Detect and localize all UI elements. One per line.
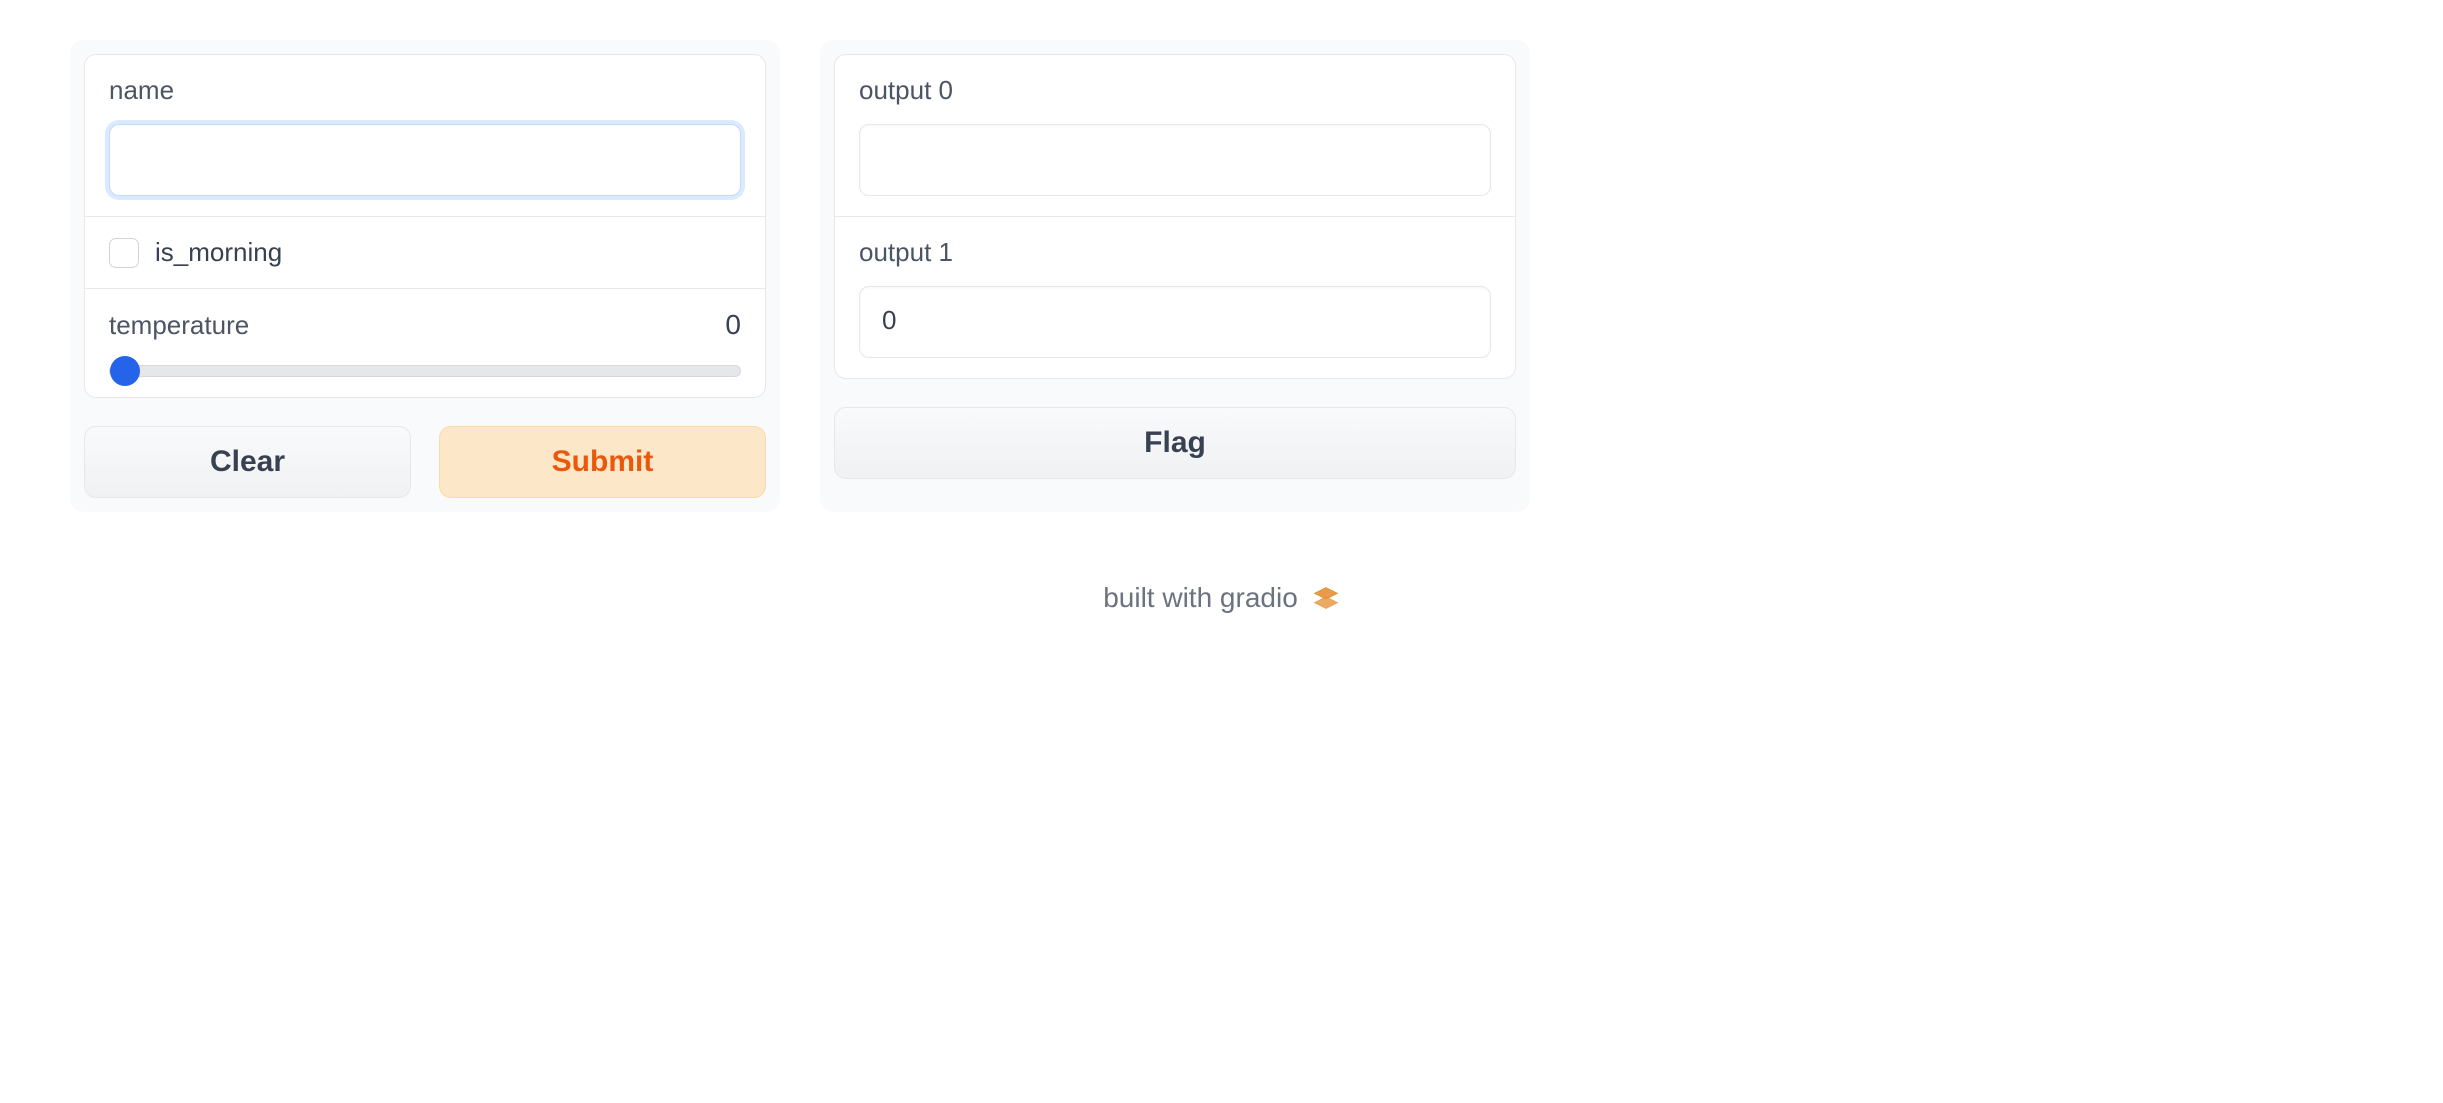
name-input[interactable] [109,124,741,196]
output1-label: output 1 [859,237,1491,268]
temperature-section: temperature 0 [85,288,765,397]
temperature-value: 0 [725,309,741,341]
name-label: name [109,75,741,106]
input-panel: name is_morning temperature 0 [84,54,766,398]
temperature-slider-thumb[interactable] [110,356,140,386]
output1-box: 0 [859,286,1491,358]
output0-box [859,124,1491,196]
is-morning-label: is_morning [155,237,282,268]
is-morning-checkbox[interactable] [109,238,139,268]
input-button-row: Clear Submit [84,426,766,498]
footer: built with gradio [70,582,2373,614]
temperature-slider[interactable] [109,365,741,377]
output-panel: output 0 output 1 0 [834,54,1516,379]
flag-button[interactable]: Flag [834,407,1516,479]
gradio-logo-icon [1312,584,1340,612]
name-section: name [85,55,765,216]
clear-button[interactable]: Clear [84,426,411,498]
input-column: name is_morning temperature 0 Clea [70,40,780,512]
output-column: output 0 output 1 0 Flag [820,40,1530,512]
temperature-label: temperature [109,310,249,341]
submit-button[interactable]: Submit [439,426,766,498]
output0-label: output 0 [859,75,1491,106]
output1-section: output 1 0 [835,216,1515,378]
footer-text: built with gradio [1103,582,1298,614]
is-morning-section: is_morning [85,216,765,288]
output0-section: output 0 [835,55,1515,216]
